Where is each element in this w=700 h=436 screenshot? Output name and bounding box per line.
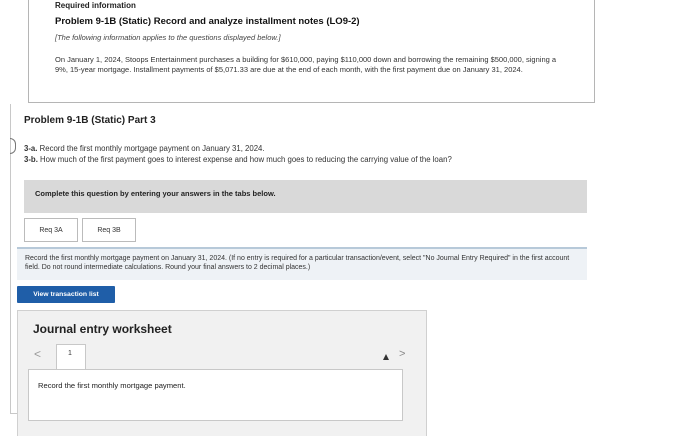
question-3a: 3-a. Record the first monthly mortgage p… <box>24 144 265 153</box>
info-note: [The following information applies to th… <box>55 33 281 42</box>
view-transaction-list-button[interactable]: View transaction list <box>17 286 115 303</box>
tab-req-3b[interactable]: Req 3B <box>82 218 136 242</box>
entry-panel <box>28 369 403 421</box>
next-entry-button[interactable]: > <box>399 348 405 360</box>
entry-description: Record the first monthly mortgage paymen… <box>38 381 186 390</box>
problem-title: Problem 9-1B (Static) Record and analyze… <box>55 16 360 27</box>
problem-description: On January 1, 2024, Stoops Entertainment… <box>55 55 557 74</box>
tabs-banner: Complete this question by entering your … <box>24 180 587 213</box>
worksheet-title: Journal entry worksheet <box>33 322 172 336</box>
question-3b: 3-b. How much of the first payment goes … <box>24 155 452 164</box>
entry-page-number: 1 <box>68 350 72 357</box>
entry-page-tab[interactable]: 1 <box>56 344 86 369</box>
question-3a-tag: 3-a. <box>24 144 38 153</box>
mouse-cursor-icon <box>383 354 389 360</box>
part-title: Problem 9-1B (Static) Part 3 <box>24 115 156 126</box>
instructions: Record the first monthly mortgage paymen… <box>17 247 587 280</box>
required-information-heading: Required information <box>55 1 136 10</box>
tab-req-3a[interactable]: Req 3A <box>24 218 78 242</box>
question-3b-text: How much of the first payment goes to in… <box>37 155 452 164</box>
question-3b-tag: 3-b. <box>24 155 38 164</box>
question-3a-text: Record the first monthly mortgage paymen… <box>37 144 265 153</box>
prev-entry-button[interactable]: < <box>34 347 41 361</box>
banner-text: Complete this question by entering your … <box>35 189 276 198</box>
